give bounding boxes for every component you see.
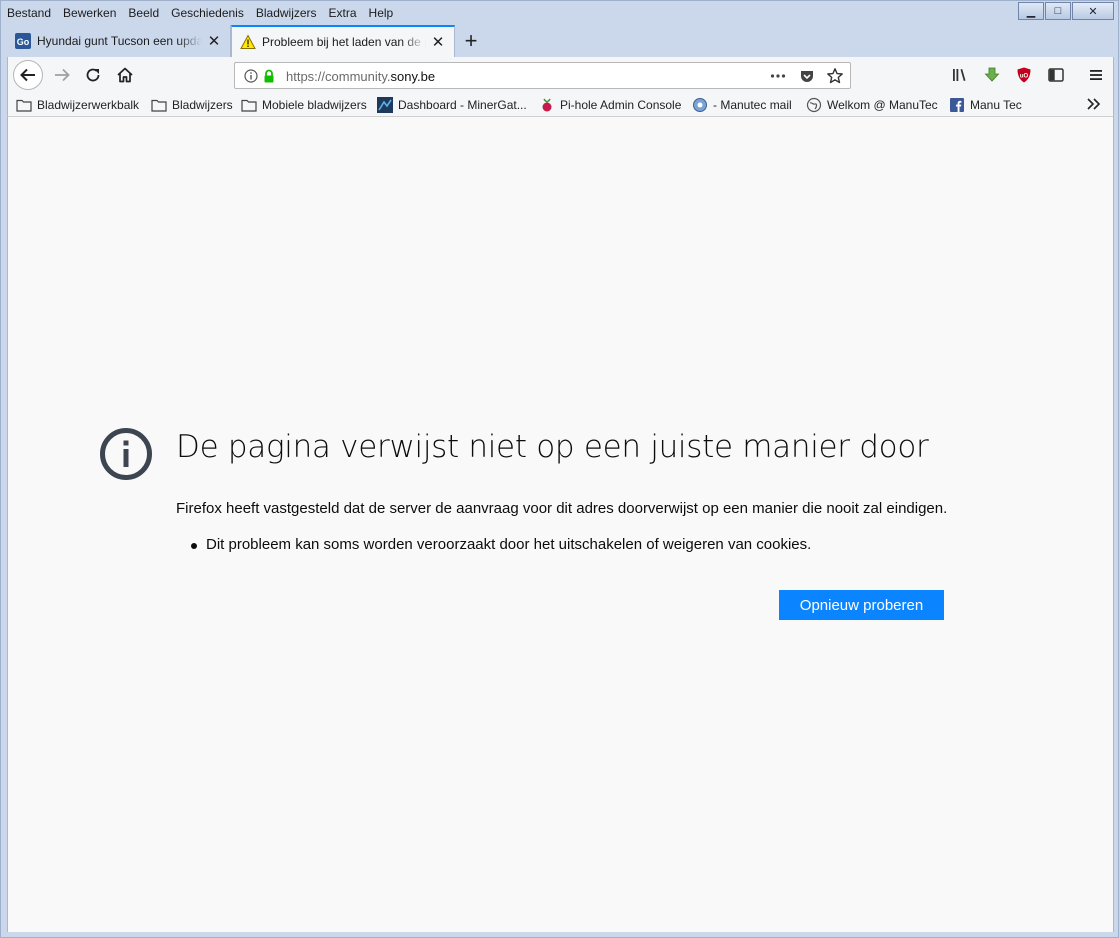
menu-geschiedenis[interactable]: Geschiedenis [171,6,244,20]
double-chevron-right-icon [1087,98,1101,110]
globe-icon [806,97,822,113]
reload-icon [86,68,100,82]
plus-icon: + [464,28,478,53]
tab-error-page[interactable]: Probleem bij het laden van de pagina ✕ [231,25,455,57]
raspberry-icon [539,97,555,113]
home-button[interactable] [111,61,139,89]
menu-bewerken[interactable]: Bewerken [63,6,116,20]
window-bottom-border [1,932,1118,937]
url-text[interactable]: https://community.sony.be [286,69,435,84]
library-icon [953,69,966,81]
home-icon [117,67,133,83]
tab-label: Probleem bij het laden van de pagina [262,35,426,49]
error-description: Firefox heeft vastgesteld dat de server … [176,500,948,517]
url-prefix: https://community. [286,69,391,84]
info-icon[interactable] [242,67,260,85]
lock-icon[interactable] [260,67,278,85]
page-content: De pagina verwijst niet op een juiste ma… [7,117,1114,933]
page-actions-icon[interactable] [769,67,787,85]
tab-close-icon[interactable]: ✕ [430,34,446,51]
bookmark-pihole[interactable]: Pi-hole Admin Console [539,97,681,113]
menu-bar: Bestand Bewerken Beeld Geschiedenis Blad… [1,1,1118,25]
folder-icon [151,97,167,113]
bookmark-bladwijzerwerkbalk[interactable]: Bladwijzerwerkbalk [16,97,139,113]
minergate-icon [377,97,393,113]
bookmark-label: Bladwijzerwerkbalk [37,98,140,112]
reload-button[interactable] [79,61,107,89]
tab-hyundai[interactable]: Go Hyundai gunt Tucson een update ✕ [7,25,231,57]
menu-extra[interactable]: Extra [329,6,357,20]
download-extension-button[interactable] [978,61,1006,89]
download-arrow-icon [984,67,1000,82]
bookmark-label: Mobiele bladwijzers [262,98,367,112]
bookmark-label: - Manutec mail [713,98,792,112]
library-button[interactable] [946,61,974,89]
tab-label: Hyundai gunt Tucson een update [37,34,202,48]
window-controls: ▁ □ ✕ [1018,2,1114,20]
arrow-left-icon [20,68,35,82]
url-host: sony.be [390,69,436,84]
menu-beeld[interactable]: Beeld [128,6,159,20]
bookmark-welkom-manutec[interactable]: Welkom @ ManuTec [806,97,938,113]
folder-icon [241,97,257,113]
menu-button[interactable] [1082,61,1110,89]
sidebar-icon [1048,68,1064,82]
bookmark-label: Bladwijzers [172,98,233,112]
bookmark-label: Welkom @ ManuTec [827,98,938,112]
url-bar[interactable]: https://community.sony.be [234,62,851,89]
maximize-icon: □ [1054,5,1062,17]
folder-icon [16,97,32,113]
pocket-icon[interactable] [798,67,816,85]
bookmark-label: Pi-hole Admin Console [560,98,682,112]
error-hint-item: Dit probleem kan soms worden veroorzaakt… [176,536,811,553]
svg-text:uO: uO [1020,74,1029,80]
svg-text:Go: Go [17,37,30,47]
tab-close-icon[interactable]: ✕ [206,33,222,50]
close-icon: ✕ [1088,5,1098,18]
minimize-icon: ▁ [1026,5,1036,18]
arrow-right-icon [55,68,70,82]
error-hints: Dit probleem kan soms worden veroorzaakt… [176,536,811,553]
new-tab-button[interactable]: + [455,25,487,57]
facebook-icon [949,97,965,113]
browser-window: Bestand Bewerken Beeld Geschiedenis Blad… [0,0,1119,938]
ublock-button[interactable]: uO [1010,61,1038,89]
close-window-button[interactable]: ✕ [1072,2,1114,20]
maximize-button[interactable]: □ [1045,2,1071,20]
menu-bladwijzers[interactable]: Bladwijzers [256,6,317,20]
gocar-icon: Go [15,33,31,49]
menu-help[interactable]: Help [369,6,394,20]
menu-bestand[interactable]: Bestand [7,6,51,20]
hamburger-icon [1090,70,1102,80]
mail-globe-icon [692,97,708,113]
forward-button[interactable] [48,61,76,89]
bookmark-label: Manu Tec [970,98,1022,112]
bookmark-star-icon[interactable] [826,67,844,85]
tab-strip: Go Hyundai gunt Tucson een update ✕ Prob… [7,25,1114,57]
info-circle-icon [100,428,152,480]
retry-button[interactable]: Opnieuw proberen [779,590,944,620]
bookmark-bladwijzers[interactable]: Bladwijzers [151,97,233,113]
error-title: De pagina verwijst niet op een juiste ma… [176,429,929,465]
bookmark-minergate[interactable]: Dashboard - MinerGat... [377,97,527,113]
bookmarks-overflow-button[interactable] [1086,96,1102,112]
bookmark-mobiele-bladwijzers[interactable]: Mobiele bladwijzers [241,97,367,113]
ublock-shield-icon: uO [1017,67,1031,83]
navigation-toolbar: https://community.sony.be uO [7,57,1114,93]
sidebar-button[interactable] [1042,61,1070,89]
back-button[interactable] [13,60,43,90]
bookmarks-toolbar: Bladwijzerwerkbalk Bladwijzers Mobiele b… [7,93,1114,117]
minimize-button[interactable]: ▁ [1018,2,1044,20]
bookmark-manutec-mail[interactable]: - Manutec mail [692,97,792,113]
warning-icon [240,34,256,50]
bookmark-manu-tec-facebook[interactable]: Manu Tec [949,97,1022,113]
bookmark-label: Dashboard - MinerGat... [398,98,527,112]
